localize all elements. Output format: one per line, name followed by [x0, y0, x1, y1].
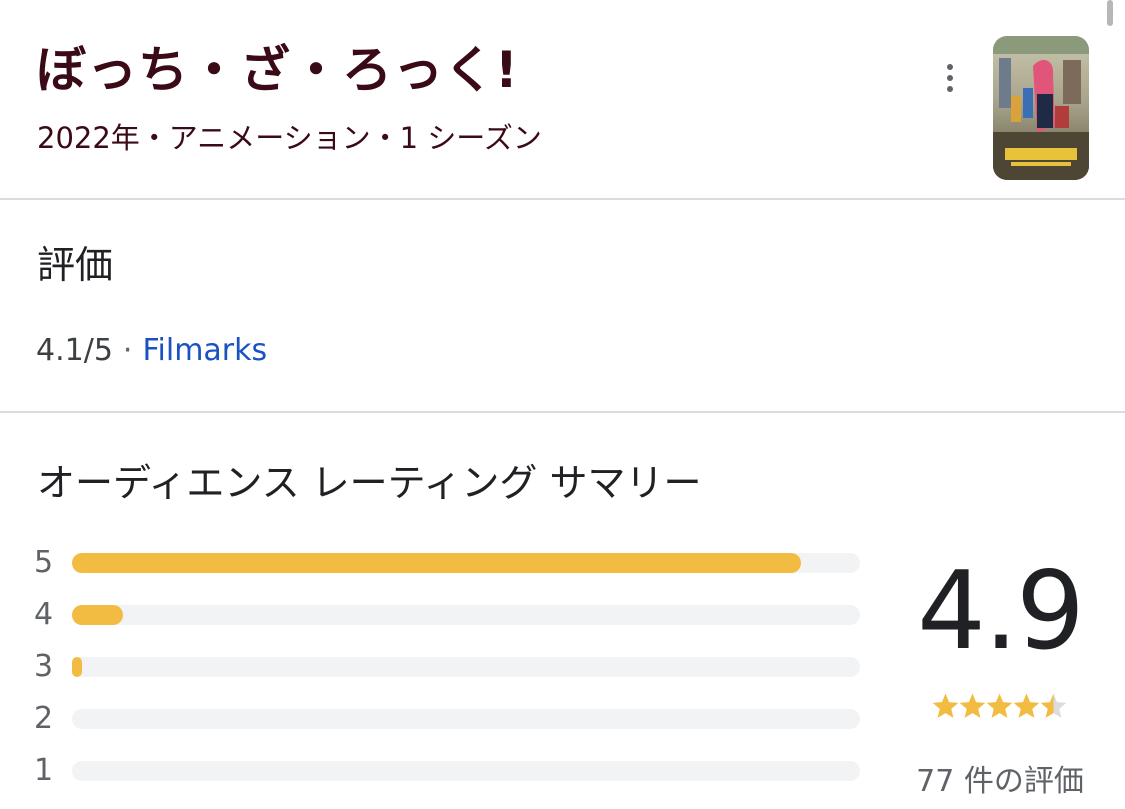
rating-heading: 評価	[37, 243, 114, 287]
star-icon	[986, 693, 1013, 718]
page-title: ぼっち・ざ・ろっく!	[36, 41, 519, 99]
audience-rating-heading: オーディエンス レーティング サマリー	[37, 461, 702, 505]
distribution-track	[72, 761, 860, 781]
distribution-row-5: 5	[34, 543, 864, 583]
rating-score: 4.1/5	[36, 333, 113, 368]
more-vert-icon-dot	[947, 86, 953, 92]
distribution-track	[72, 709, 860, 729]
star-icon	[959, 693, 986, 718]
star-rating-icons	[932, 693, 1067, 718]
more-options-button[interactable]	[930, 56, 970, 100]
distribution-fill	[72, 657, 82, 677]
distribution-label: 4	[34, 597, 54, 632]
divider	[0, 198, 1125, 200]
more-vert-icon-dot	[947, 75, 953, 81]
distribution-label: 2	[34, 701, 54, 736]
more-vert-icon	[947, 64, 953, 70]
poster-thumbnail[interactable]	[993, 36, 1089, 180]
rating-row: 4.1/5 · Filmarks	[36, 330, 267, 372]
distribution-track	[72, 657, 860, 677]
scrollbar[interactable]	[1107, 0, 1113, 26]
distribution-track	[72, 605, 860, 625]
divider	[0, 411, 1125, 413]
distribution-track	[72, 553, 860, 573]
knowledge-panel: ぼっち・ざ・ろっく! 2022年・アニメーション・1 シーズン 評価 4.1/5…	[0, 0, 1125, 809]
average-rating: 4.9	[917, 549, 1085, 674]
distribution-row-2: 2	[34, 699, 864, 739]
rating-separator: ·	[122, 333, 133, 368]
distribution-row-4: 4	[34, 595, 864, 635]
distribution-row-1: 1	[34, 751, 864, 791]
subtitle: 2022年・アニメーション・1 シーズン	[37, 121, 542, 155]
distribution-label: 3	[34, 649, 54, 684]
distribution-label: 1	[34, 753, 54, 788]
star-icon	[1013, 693, 1040, 718]
poster-image	[993, 36, 1089, 180]
distribution-label: 5	[34, 545, 54, 580]
distribution-fill	[72, 605, 123, 625]
star-icon	[932, 693, 959, 718]
star-rating	[932, 692, 1067, 722]
review-count[interactable]: 77 件の評価	[905, 762, 1095, 802]
filmarks-link[interactable]: Filmarks	[142, 333, 267, 368]
distribution-fill	[72, 553, 801, 573]
distribution-row-3: 3	[34, 647, 864, 687]
star-icon	[1040, 693, 1067, 718]
